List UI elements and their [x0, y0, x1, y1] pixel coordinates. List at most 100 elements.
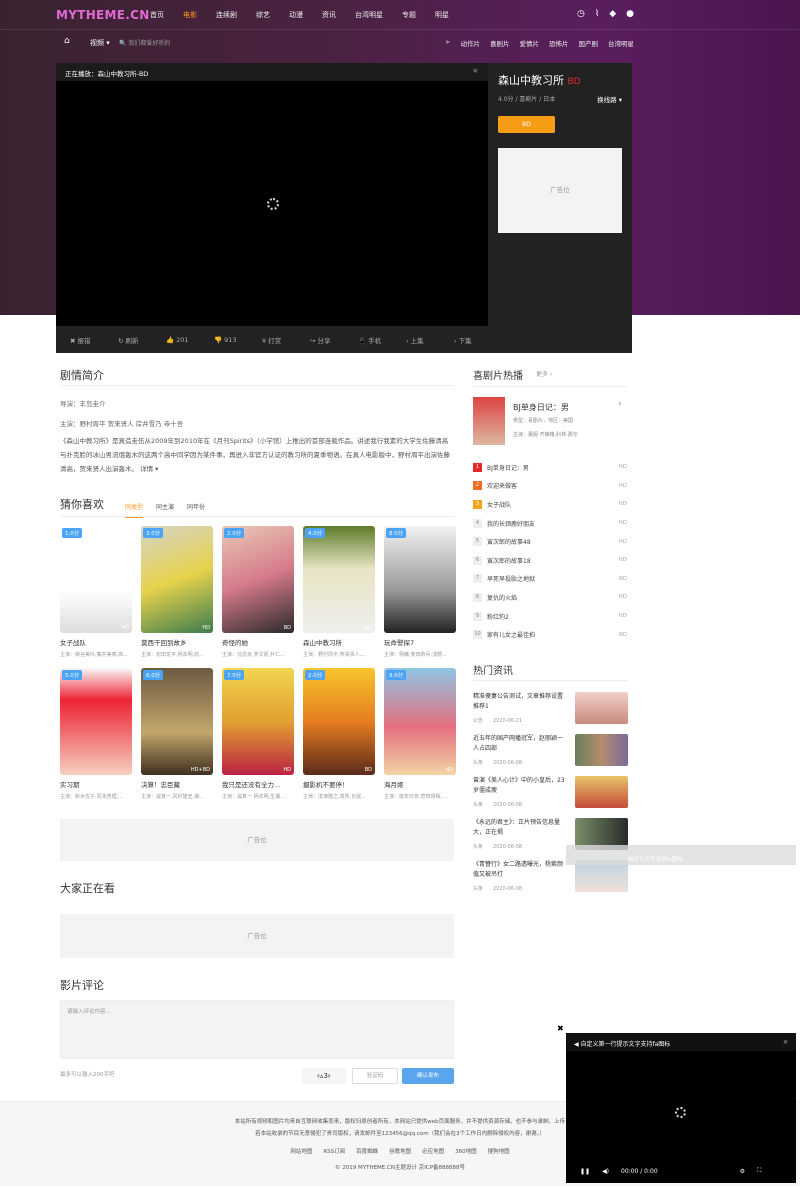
movie-card[interactable]: 5.0分 实习期 主演：新木优子,冈本杏理,...	[60, 668, 132, 800]
user-icon[interactable]: ●	[626, 9, 634, 19]
movie-poster[interactable]: 9.0分 HD	[384, 668, 456, 775]
tag-horror[interactable]: 恐怖片	[549, 38, 569, 48]
movie-title[interactable]: 森山中教习所	[303, 637, 375, 647]
movie-title[interactable]: 实习期	[60, 779, 132, 789]
movie-poster[interactable]: 6.0分 HD+BD	[141, 668, 213, 775]
movie-card[interactable]: 7.0分 HD 我只是还没有全力... 主演：堤真一,柄本明,生瀬...	[222, 668, 294, 800]
close-icon[interactable]: ✖	[473, 67, 478, 75]
nav-item-variety[interactable]: 综艺	[256, 10, 270, 20]
movie-card[interactable]: 3.0分 HD 莫西干回到故乡 主演：松田龙平,柄本明,前...	[141, 526, 213, 658]
home-icon[interactable]: ⌂	[64, 36, 70, 46]
news-title[interactable]: 曾演《美人心计》中的小皇后，23岁僵成瘦	[473, 776, 565, 796]
movie-card[interactable]: 4.0分 BD 森山中教习所 主演：野村周平,贺来贤人,...	[303, 526, 375, 658]
android-icon[interactable]: ◆	[609, 9, 616, 19]
movie-card[interactable]: 2.0分 BD 奇怪的她 主演：沈恩京,罗文姬,朴仁...	[222, 526, 294, 658]
movie-card[interactable]: 6.0分 HD+BD 决算！忠臣藏 主演：堤真一,冈村隆史,濑...	[141, 668, 213, 800]
more-link[interactable]: 更多 ›	[536, 369, 552, 378]
news-item[interactable]: 曾演《美人心计》中的小皇后，23岁僵成瘦 头条 2020-06-08	[473, 776, 628, 810]
movie-title[interactable]: 我只是还没有全力...	[222, 779, 294, 789]
tag-domestic[interactable]: 国产剧	[579, 38, 599, 48]
news-thumbnail[interactable]	[575, 776, 628, 808]
news-thumbnail[interactable]	[575, 692, 628, 724]
movie-poster[interactable]: 4.0分 BD	[303, 526, 375, 633]
captcha-image[interactable]: ⲋⲁ3ⲋ	[302, 1068, 346, 1084]
nav-item-topics[interactable]: 专题	[402, 10, 416, 20]
next-episode-button[interactable]: › 下集	[454, 335, 502, 345]
nav-item-stars[interactable]: 明星	[435, 10, 449, 20]
movie-poster[interactable]: 8.0分	[384, 526, 456, 633]
news-title[interactable]: 精准傻妻公告测试，文章推荐设置推荐1	[473, 692, 565, 712]
movie-poster[interactable]: 2.0分 BD	[222, 526, 294, 633]
news-title[interactable]: 《永远的君主》：正片预告信息量大，正在揭	[473, 818, 565, 838]
ranking-item[interactable]: 2 欢迎来做客 HD	[473, 477, 627, 496]
rss-icon[interactable]: ⌇	[595, 9, 599, 19]
movie-card[interactable]: 8.0分 玩命警探7 主演：杨曦,柴田恭兵,浅野...	[384, 526, 456, 658]
report-button[interactable]: ✖ 报错	[70, 335, 118, 345]
movie-card[interactable]: 2.0分 BD 摄影机不要停！ 主演：滨津隆之,真魚,长屋...	[303, 668, 375, 800]
refresh-button[interactable]: ↻ 刷新	[118, 335, 166, 345]
movie-poster[interactable]: 1.0分 HD	[60, 526, 132, 633]
search-category-select[interactable]: 视频 ▾	[90, 38, 110, 48]
dislike-button[interactable]: 👎 913	[214, 336, 262, 344]
movie-title[interactable]: 玩命警探7	[384, 637, 456, 647]
site-logo[interactable]: MYTHEME.CN	[56, 8, 150, 22]
nav-item-movie[interactable]: 电影	[183, 10, 197, 20]
movie-title[interactable]: 摄影机不要停！	[303, 779, 375, 789]
search-input[interactable]: 🔍 我们都爱好听的	[119, 38, 170, 47]
ranking-item[interactable]: 8 复仇的火焰 HD	[473, 588, 627, 607]
news-item[interactable]: 精准傻妻公告测试，文章推荐设置推荐1 公告 2020-06-21	[473, 692, 628, 726]
movie-title[interactable]: 莫西干回到故乡	[141, 637, 213, 647]
settings-icon[interactable]: ⚙	[740, 1168, 745, 1175]
news-item[interactable]: 《青簪行》女二路透曝光，杨紫颜值又被吊打 头条 2020-06-08	[473, 860, 628, 894]
share-button[interactable]: ↪ 分享	[310, 335, 358, 345]
news-title[interactable]: 《青簪行》女二路透曝光，杨紫颜值又被吊打	[473, 860, 565, 880]
ranking-item[interactable]: 4 我的长颈鹿好朋友 HD	[473, 514, 627, 533]
nav-item-home[interactable]: 首页	[150, 10, 164, 20]
movie-title[interactable]: 女子战队	[60, 637, 132, 647]
nav-item-news[interactable]: 资讯	[322, 10, 336, 20]
tip-button[interactable]: ¥ 打赏	[262, 335, 310, 345]
mini-player[interactable]: ✖ ◀ 自定义第一行提示文字支持fa图标 ✖ ❚❚ ◀) 00:00 / 0:00…	[557, 1024, 796, 1183]
comment-textarea[interactable]: 请输入评论内容...	[60, 1000, 454, 1059]
news-thumbnail[interactable]	[575, 734, 628, 766]
movie-title[interactable]: 奇怪的她	[222, 637, 294, 647]
movie-card[interactable]: 9.0分 HD 海月姬 主演：能年玲奈,菅田将晖,...	[384, 668, 456, 800]
fullscreen-icon[interactable]: ⛶	[757, 1167, 761, 1175]
switch-line-button[interactable]: 换线路 ▾	[597, 94, 622, 104]
tag-taiwan-stars[interactable]: 台湾明星	[608, 38, 634, 48]
ranking-item[interactable]: 9 粉红豹2 HD	[473, 607, 627, 626]
video-player[interactable]: 正在播放：森山中教习所-BD ✖	[56, 63, 494, 353]
history-icon[interactable]: ◷	[577, 9, 585, 19]
movie-poster[interactable]: 7.0分 HD	[222, 668, 294, 775]
movie-poster[interactable]: 2.0分 BD	[303, 668, 375, 775]
pause-icon[interactable]: ❚❚	[580, 1168, 590, 1175]
news-title[interactable]: 近五年的国产网播冠军，赵丽颖一人占四部	[473, 734, 565, 754]
mobile-button[interactable]: 📱 手机	[358, 335, 406, 345]
ranking-item[interactable]: 3 女子战队 HD	[473, 495, 627, 514]
nav-item-taiwan-stars[interactable]: 台湾明星	[355, 10, 383, 20]
play-source-button[interactable]: BD	[498, 116, 555, 133]
movie-card[interactable]: 1.0分 HD 女子战队 主演：柳谷美玲,藤井美菜,高...	[60, 526, 132, 658]
ranking-item[interactable]: 10 家有儿女之最佳拍 BD	[473, 625, 627, 644]
captcha-input[interactable]: 验证码	[352, 1068, 398, 1084]
movie-title[interactable]: 决算！忠臣藏	[141, 779, 213, 789]
nav-item-series[interactable]: 连续剧	[216, 10, 237, 20]
movie-poster[interactable]: 5.0分	[60, 668, 132, 775]
tag-romance[interactable]: 爱情片	[520, 38, 540, 48]
movie-poster[interactable]: 3.0分 HD	[141, 526, 213, 633]
volume-icon[interactable]: ◀)	[602, 1168, 609, 1175]
news-item[interactable]: 近五年的国产网播冠军，赵丽颖一人占四部 头条 2020-06-08	[473, 734, 628, 768]
close-icon[interactable]: ✖	[557, 1024, 564, 1033]
submit-comment-button[interactable]: 确认发布	[402, 1068, 454, 1084]
ranking-item[interactable]: 6 寅次郎的故事18 HD	[473, 551, 627, 570]
like-button[interactable]: 👍 201	[166, 336, 214, 344]
ranking-item[interactable]: 5 寅次郎的故事48 HD	[473, 532, 627, 551]
nav-item-anime[interactable]: 动漫	[289, 10, 303, 20]
close-icon[interactable]: ✖	[783, 1039, 788, 1046]
tag-action[interactable]: 动作片	[461, 38, 481, 48]
prev-episode-button[interactable]: ‹ 上集	[406, 335, 454, 345]
movie-title[interactable]: 海月姬	[384, 779, 456, 789]
ranking-item[interactable]: 1 BJ单身日记：男 HD	[473, 458, 627, 477]
tag-comedy[interactable]: 喜剧片	[490, 38, 510, 48]
ranking-item[interactable]: 7 早死早投胎之地狱 BD	[473, 570, 627, 589]
